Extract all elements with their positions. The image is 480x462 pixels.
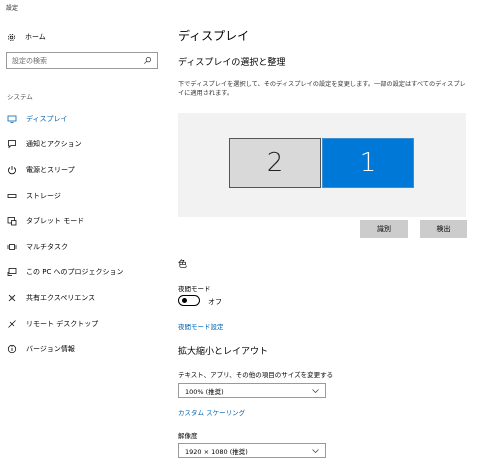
shared-experience-icon: [8, 294, 16, 302]
monitor-1[interactable]: 1: [322, 138, 414, 188]
sidebar-item-notifications[interactable]: 通知とアクション: [0, 132, 165, 158]
sidebar-item-projection[interactable]: この PC へのプロジェクション: [0, 260, 165, 286]
chevron-down-icon: [312, 449, 319, 453]
chevron-down-icon: [312, 389, 319, 393]
sidebar-nav: ディスプレイ 通知とアクション 電源とスリープ ストレージ タブレット モード …: [0, 106, 165, 362]
sidebar-item-power[interactable]: 電源とスリープ: [0, 157, 165, 183]
projection-icon: [7, 268, 17, 277]
page-title: ディスプレイ: [178, 29, 250, 43]
display-arrangement-area: 2 1: [178, 113, 466, 217]
description-text: 下でディスプレイを選択して、そのディスプレイの設定を変更します。一部の設定はすべ…: [178, 81, 466, 97]
multitask-icon: [7, 243, 17, 250]
section-label-system: システム: [7, 93, 33, 101]
search-box[interactable]: [6, 52, 158, 69]
search-icon: [144, 56, 152, 64]
section-heading-color: 色: [178, 260, 188, 270]
night-mode-settings-link[interactable]: 夜間モード設定: [178, 321, 224, 331]
sidebar-item-label: マルチタスク: [26, 242, 68, 251]
sidebar-item-label: ディスプレイ: [26, 114, 68, 123]
sidebar-item-label: 電源とスリープ: [26, 165, 75, 174]
sidebar-item-shared-experiences[interactable]: 共有エクスペリエンス: [0, 285, 165, 311]
sidebar-item-label: リモート デスクトップ: [26, 319, 99, 328]
sidebar-item-remote-desktop[interactable]: リモート デスクトップ: [0, 311, 165, 337]
night-mode-state: オフ: [208, 298, 222, 306]
sidebar-item-storage[interactable]: ストレージ: [0, 183, 165, 209]
search-input[interactable]: [12, 56, 137, 65]
sidebar-item-label: タブレット モード: [26, 217, 85, 226]
detect-button[interactable]: 検出: [420, 220, 467, 238]
remote-desktop-icon: [8, 319, 16, 328]
sidebar-item-label: 通知とアクション: [26, 140, 82, 149]
resolution-dropdown-value: 1920 × 1080 (推奨): [185, 447, 248, 456]
home-link[interactable]: ホーム: [7, 30, 157, 44]
sidebar-item-label: 共有エクスペリエンス: [26, 293, 96, 302]
storage-icon: [7, 193, 17, 198]
night-mode-toggle[interactable]: [178, 295, 200, 306]
sidebar-item-label: この PC へのプロジェクション: [26, 268, 124, 277]
monitor-2[interactable]: 2: [229, 138, 321, 188]
sidebar-item-multitasking[interactable]: マルチタスク: [0, 234, 165, 260]
notification-icon: [8, 140, 16, 149]
custom-scaling-link[interactable]: カスタム スケーリング: [178, 407, 245, 417]
sidebar-item-about[interactable]: バージョン情報: [0, 336, 165, 362]
monitor-icon: [7, 115, 17, 123]
resolution-label: 解像度: [178, 432, 198, 440]
resolution-dropdown[interactable]: 1920 × 1080 (推奨): [178, 443, 326, 458]
info-icon: [7, 345, 17, 354]
sidebar: ホーム システム ディスプレイ 通知とアクション 電源とスリープ ストレージ タ…: [0, 0, 165, 462]
text-size-label: テキスト、アプリ、その他の項目のサイズを変更する: [178, 371, 334, 379]
sidebar-item-display[interactable]: ディスプレイ: [0, 106, 165, 132]
sidebar-item-label: バージョン情報: [26, 345, 75, 354]
toggle-knob: [181, 297, 187, 303]
scale-dropdown[interactable]: 100% (推奨): [178, 383, 326, 398]
home-label: ホーム: [25, 33, 46, 41]
sidebar-item-label: ストレージ: [26, 191, 61, 200]
sidebar-item-tablet-mode[interactable]: タブレット モード: [0, 208, 165, 234]
section-heading-arrange: ディスプレイの選択と整理: [178, 58, 286, 68]
section-heading-scale: 拡大縮小とレイアウト: [178, 347, 269, 357]
power-icon: [8, 165, 16, 175]
scale-dropdown-value: 100% (推奨): [185, 387, 224, 396]
night-mode-label: 夜間モード: [178, 285, 211, 293]
identify-button[interactable]: 識別: [360, 220, 408, 238]
gear-icon: [7, 33, 16, 41]
tablet-icon: [7, 217, 17, 226]
